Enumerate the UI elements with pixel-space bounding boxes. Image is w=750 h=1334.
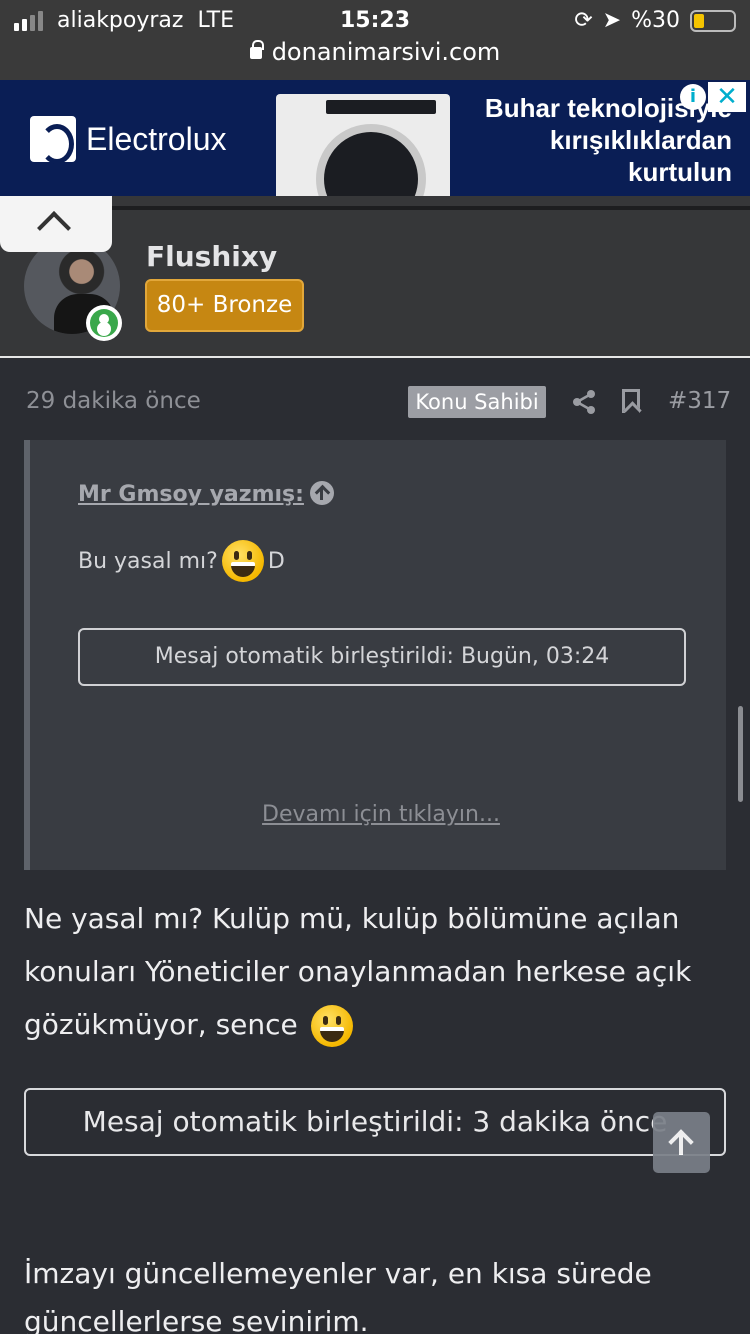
- bookmark-icon[interactable]: [622, 389, 640, 413]
- browser-chrome: aliakpoyraz LTE 15:23 ⟳ ➤ %30 donanimars…: [0, 0, 750, 80]
- ad-headline-line: kırışıklıklardan: [549, 125, 732, 155]
- ad-banner[interactable]: Electrolux Buhar teknolojisiyle kırışıkl…: [0, 80, 750, 196]
- rank-badge: 80+ Bronze: [145, 279, 304, 332]
- post-body: Ne yasal mı? Kulüp mü, kulüp bölümüne aç…: [24, 892, 724, 1051]
- url-bar[interactable]: donanimarsivi.com: [0, 38, 750, 66]
- brand-name: Electrolux: [86, 120, 227, 157]
- url-text: donanimarsivi.com: [271, 38, 501, 66]
- brand-logo: Electrolux: [30, 116, 227, 164]
- collapse-button[interactable]: [0, 196, 112, 252]
- scroll-to-top-button[interactable]: [653, 1112, 710, 1173]
- location-icon: ➤: [602, 8, 622, 33]
- merge-notice: Mesaj otomatik birleştirildi: 3 dakika ö…: [24, 1088, 726, 1156]
- thread-starter-badge: Konu Sahibi: [408, 386, 546, 418]
- scrollbar[interactable]: [738, 706, 743, 802]
- status-bar: aliakpoyraz LTE 15:23 ⟳ ➤ %30: [0, 6, 750, 36]
- quote-block: Mr Gmsoy yazmış: Bu yasal mı? D Mesaj ot…: [24, 440, 726, 870]
- ad-close-icon[interactable]: ✕: [708, 82, 746, 112]
- chevron-up-icon: [37, 211, 71, 245]
- quote-expand-link[interactable]: Devamı için tıklayın...: [30, 802, 732, 827]
- lock-icon: [249, 40, 264, 59]
- status-right: ⟳ ➤ %30: [574, 8, 736, 33]
- washing-machine-image: [276, 94, 450, 196]
- share-icon[interactable]: [571, 389, 597, 415]
- post-number[interactable]: #317: [668, 388, 731, 414]
- ad-headline-line: kurtulun: [628, 157, 732, 187]
- username[interactable]: Flushixy: [146, 240, 277, 273]
- battery-percent: %30: [631, 8, 680, 33]
- adchoices-icon[interactable]: i: [680, 84, 706, 110]
- quote-merge-notice: Mesaj otomatik birleştirildi: Bugün, 03:…: [78, 628, 686, 686]
- electrolux-logo-icon: [30, 116, 76, 164]
- quote-author-link[interactable]: Mr Gmsoy yazmış:: [78, 482, 304, 507]
- quote-text: Bu yasal mı? D: [78, 540, 285, 582]
- post-body-continued: İmzayı güncellemeyenler var, en kısa sür…: [24, 1257, 652, 1334]
- quote-text-suffix: D: [267, 548, 285, 574]
- arrow-up-circle-icon[interactable]: [310, 481, 334, 505]
- post-body-text: Ne yasal mı? Kulüp mü, kulüp bölümüne aç…: [24, 902, 692, 1041]
- grinning-emoji-icon: [310, 1005, 353, 1047]
- grinning-emoji-icon: [221, 540, 264, 582]
- quote-text-body: Bu yasal mı?: [78, 548, 218, 574]
- post-time[interactable]: 29 dakika önce: [26, 388, 201, 414]
- battery-icon: [690, 9, 736, 32]
- rotation-lock-icon: ⟳: [574, 8, 593, 33]
- online-status-icon: [86, 305, 122, 341]
